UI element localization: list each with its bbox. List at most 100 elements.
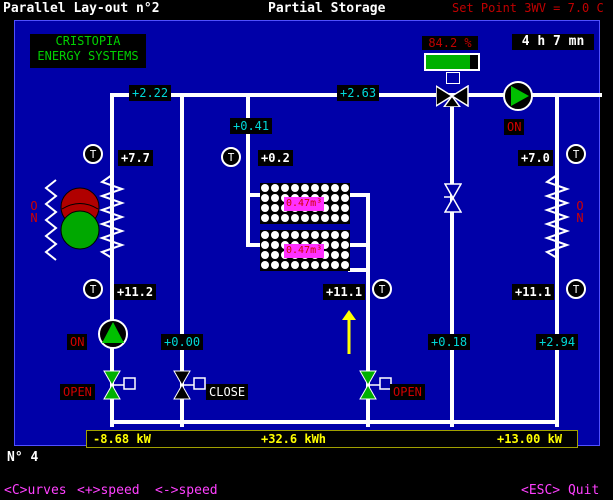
- tank-nodule: [341, 231, 349, 239]
- tank-nodule: [321, 261, 329, 269]
- left-exchanger-state: ON: [30, 199, 38, 225]
- left-pump-icon[interactable]: [97, 318, 129, 350]
- flow-middle-right: +0.18: [428, 334, 471, 350]
- tank-nodule: [331, 184, 339, 192]
- svg-text:T: T: [379, 283, 386, 296]
- charge-gauge: [424, 53, 480, 71]
- tank-valve-state: OPEN: [390, 384, 425, 400]
- tank-nodule: [301, 184, 309, 192]
- energy-total: +32.6 kWh: [261, 432, 327, 446]
- thermometer-icon: T: [372, 279, 392, 299]
- plant-schematic-screen: Parallel Lay-out n°2 Partial Storage Set…: [0, 0, 613, 500]
- thermometer-icon: T: [221, 147, 241, 167]
- thermometer-icon: T: [566, 279, 586, 299]
- tank-nodule: [281, 184, 289, 192]
- storage-tank-lower: 0.47m³: [260, 230, 350, 271]
- charge-gauge-fill: [426, 55, 470, 69]
- svg-text:T: T: [573, 148, 580, 161]
- svg-text:T: T: [228, 151, 235, 164]
- tank-nodule: [311, 231, 319, 239]
- tank-upper-volume: 0.47m³: [284, 197, 325, 211]
- thermometer-icon: T: [83, 279, 103, 299]
- tank-nodule: [271, 261, 279, 269]
- tank-nodule: [271, 204, 279, 212]
- flow-direction-arrow-icon: [342, 310, 356, 354]
- tank-nodule: [261, 184, 269, 192]
- tank-nodule: [271, 214, 279, 222]
- tank-nodule: [291, 184, 299, 192]
- tank-nodule: [301, 261, 309, 269]
- temp-left-bottom: +11.2: [114, 284, 157, 300]
- tank-nodule: [331, 241, 339, 249]
- left-valve-state: OPEN: [60, 384, 95, 400]
- tank-nodule: [261, 194, 269, 202]
- quit-menu-item[interactable]: <ESC> Quit: [521, 483, 599, 498]
- tank-nodule: [281, 261, 289, 269]
- timer-display: 4 h 7 mn: [512, 34, 594, 50]
- tank-nodule: [341, 184, 349, 192]
- tank-nodule: [331, 251, 339, 259]
- curves-menu-item[interactable]: <C>urves: [4, 483, 67, 498]
- tank-nodule: [341, 261, 349, 269]
- thermometer-icon: T: [83, 144, 103, 164]
- storage-tank-upper: 0.47m³: [260, 183, 350, 224]
- right-exchanger-state: ON: [576, 199, 584, 225]
- valve-actuator-box: [446, 72, 460, 84]
- bypass-valve-icon[interactable]: [173, 370, 207, 400]
- tank-nodule: [311, 214, 319, 222]
- three-way-valve-icon[interactable]: [436, 85, 470, 107]
- speed-up-menu-item[interactable]: <+>speed: [77, 483, 140, 498]
- tank-valve-icon[interactable]: [359, 370, 393, 400]
- power-right: +13.00 kW: [497, 432, 563, 446]
- temp-tank-out: +11.1: [323, 284, 366, 300]
- svg-text:T: T: [90, 148, 97, 161]
- screen-number: N° 4: [7, 450, 39, 465]
- power-left: -8.68 kW: [93, 432, 151, 446]
- flow-top-right: +2.63: [337, 85, 380, 101]
- flow-tank-in: +0.41: [230, 118, 273, 134]
- tank-nodule: [341, 204, 349, 212]
- left-valve-icon[interactable]: [103, 370, 137, 400]
- chiller-icon[interactable]: [58, 186, 102, 252]
- svg-text:T: T: [573, 283, 580, 296]
- flow-bypass: +0.00: [161, 334, 204, 350]
- tank-nodule: [261, 231, 269, 239]
- company-logo: CRISTOPIA ENERGY SYSTEMS: [30, 34, 146, 68]
- tank-nodule: [331, 231, 339, 239]
- left-exchanger-coil-outer: [44, 179, 58, 261]
- right-pump-icon[interactable]: [502, 80, 534, 112]
- tank-nodule: [271, 184, 279, 192]
- tank-nodule: [291, 231, 299, 239]
- temp-right-top: +7.0: [518, 150, 553, 166]
- tank-nodule: [271, 251, 279, 259]
- tank-nodule: [281, 214, 289, 222]
- flow-right: +2.94: [536, 334, 579, 350]
- tank-lower-volume: 0.47m³: [284, 244, 325, 258]
- tank-nodule: [341, 251, 349, 259]
- tank-nodule: [301, 214, 309, 222]
- speed-down-menu-item[interactable]: <->speed: [155, 483, 218, 498]
- tank-nodule: [311, 184, 319, 192]
- energy-summary-bar: -8.68 kW +32.6 kWh +13.00 kW: [86, 430, 578, 448]
- tank-nodule: [341, 214, 349, 222]
- svg-text:T: T: [90, 283, 97, 296]
- thermometer-icon: T: [566, 144, 586, 164]
- temp-right-bottom: +11.1: [512, 284, 555, 300]
- tank-nodule: [301, 231, 309, 239]
- tank-nodule: [331, 194, 339, 202]
- charge-percent: 84.2 %: [422, 36, 478, 50]
- tank-nodule: [261, 214, 269, 222]
- bypass-valve-state: CLOSE: [206, 384, 249, 400]
- tank-nodule: [321, 231, 329, 239]
- tank-nodule: [331, 204, 339, 212]
- tank-nodule: [331, 261, 339, 269]
- flow-top-left: +2.22: [129, 85, 172, 101]
- tank-nodule: [311, 261, 319, 269]
- temp-left-top: +7.7: [118, 150, 153, 166]
- tank-nodule: [261, 261, 269, 269]
- tank-nodule: [341, 241, 349, 249]
- tank-nodule: [281, 231, 289, 239]
- tank-nodule: [271, 231, 279, 239]
- temp-tank-in: +0.2: [258, 150, 293, 166]
- tank-nodule: [291, 261, 299, 269]
